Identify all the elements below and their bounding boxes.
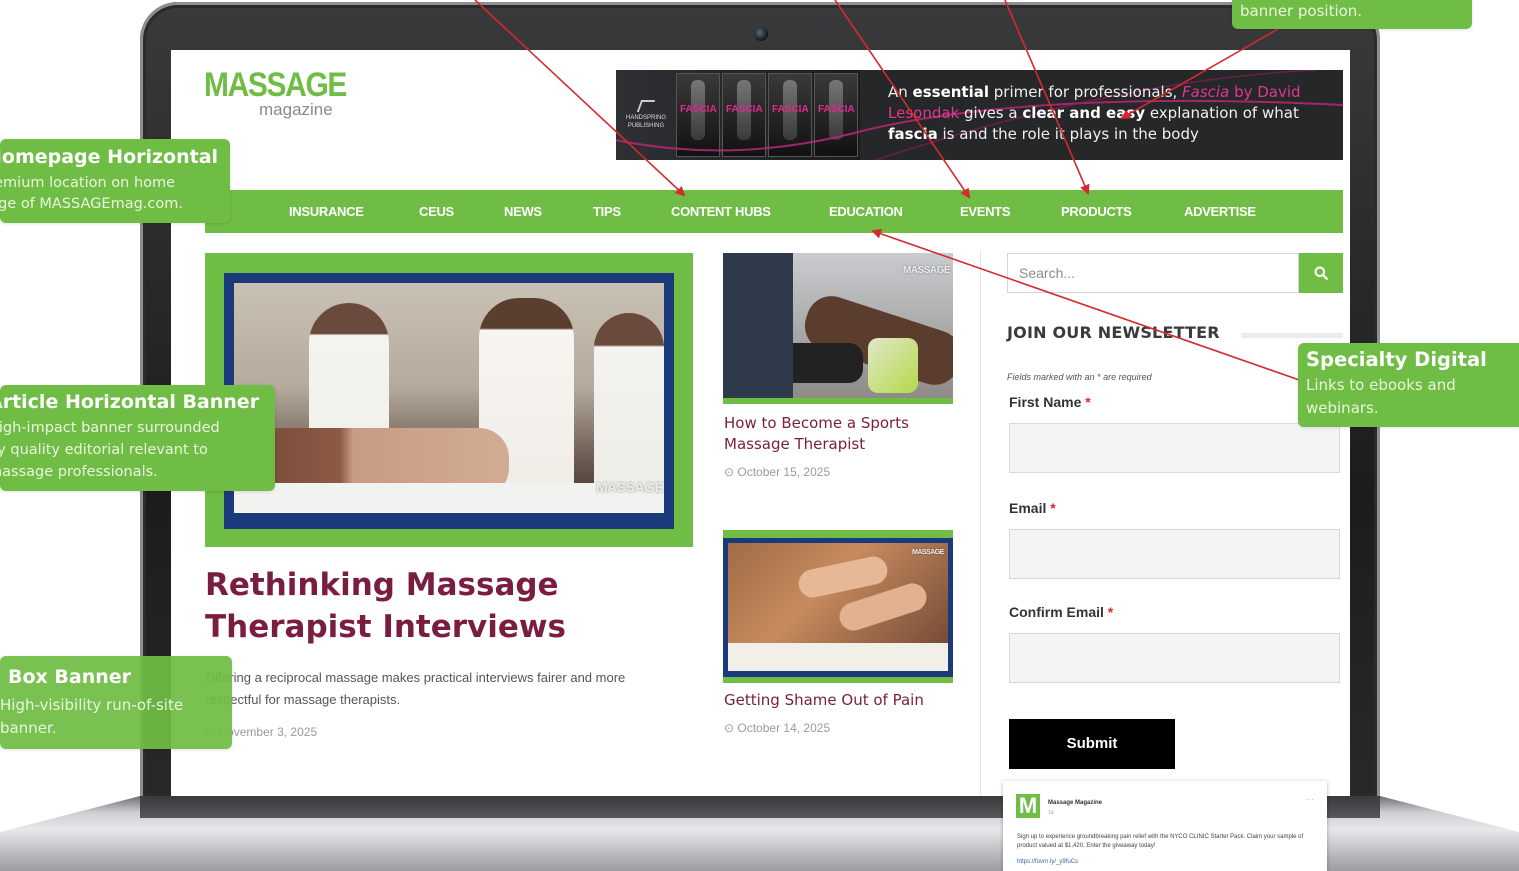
- email-field[interactable]: [1009, 529, 1340, 579]
- camera-icon: [754, 27, 768, 41]
- main-nav: INSURANCE CEUS NEWS TIPS CONTENT HUBS ED…: [205, 190, 1343, 233]
- article-thumbnail-frame: MASSAGE: [723, 538, 953, 677]
- post-text: Sign up to experience groundbreaking pai…: [1017, 834, 1304, 849]
- callout-article-horizontal-banner: Article Horizontal Banner High-impact ba…: [0, 385, 275, 491]
- article-thumbnail-photo: MASSAGE: [723, 253, 953, 398]
- article-thumbnail[interactable]: MASSAGE: [723, 530, 953, 683]
- callout-box-banner: Box Banner High-visibility run-of-site ba…: [0, 656, 232, 749]
- confirm-email-field[interactable]: [1009, 633, 1340, 683]
- hero-article-image[interactable]: MASSAGE: [205, 253, 693, 547]
- more-icon[interactable]: ···: [1306, 795, 1314, 804]
- callout-top-banner: banner position.: [1232, 0, 1472, 29]
- search-button[interactable]: [1299, 253, 1343, 293]
- newsletter-heading: JOIN OUR NEWSLETTER: [1007, 323, 1220, 342]
- sidebar-divider: [980, 250, 981, 796]
- image-watermark: MASSAGE: [596, 479, 664, 495]
- nav-item-news[interactable]: NEWS: [504, 190, 542, 233]
- nav-item-advertise[interactable]: ADVERTISE: [1184, 190, 1256, 233]
- nav-item-content-hubs[interactable]: CONTENT HUBS: [671, 190, 771, 233]
- nav-item-ceus[interactable]: CEUS: [419, 190, 454, 233]
- nav-item-events[interactable]: EVENTS: [960, 190, 1011, 233]
- submit-button[interactable]: Submit: [1009, 719, 1175, 769]
- search-input[interactable]: Search...: [1007, 253, 1299, 293]
- post-link[interactable]: https://fovrn.ly/_y9fuCs: [1017, 859, 1078, 865]
- page-avatar: M: [1016, 794, 1040, 818]
- post-timestamp: 1d: [1048, 810, 1054, 816]
- hero-photo: MASSAGE: [234, 283, 664, 513]
- social-feed-embed[interactable]: M Massage Magazine 1d ··· Sign up to exp…: [1003, 781, 1327, 871]
- image-watermark: MASSAGE: [912, 549, 944, 556]
- email-label: Email *: [1009, 500, 1056, 516]
- ad-copy: An essential primer for professionals, F…: [888, 83, 1301, 143]
- callout-specialty-digital: Specialty Digital Links to ebooks and web…: [1298, 343, 1519, 427]
- logo-wordmark: MASSAGE: [204, 66, 347, 104]
- logo-tagline: magazine: [259, 100, 333, 119]
- search-icon: [1314, 266, 1328, 280]
- hero-image-frame: MASSAGE: [224, 273, 674, 529]
- article-date: ⊙ October 15, 2025: [724, 465, 831, 479]
- callout-homepage-horizontal: Homepage Horizontal Premium location on …: [0, 139, 230, 223]
- nav-item-education[interactable]: EDUCATION: [829, 190, 903, 233]
- article-date: ⊙ October 14, 2025: [724, 721, 831, 735]
- nav-item-insurance[interactable]: INSURANCE: [289, 190, 364, 233]
- heading-rule: [1241, 333, 1343, 338]
- article-title[interactable]: Getting Shame Out of Pain: [724, 690, 954, 711]
- page-name[interactable]: Massage Magazine: [1048, 800, 1102, 806]
- first-name-field[interactable]: [1009, 423, 1340, 473]
- site-logo[interactable]: MASSAGE magazine: [204, 66, 347, 119]
- leaderboard-ad[interactable]: HANDSPRING PUBLISHING FASCIA FASCIA FASC…: [616, 70, 1343, 160]
- hero-headline[interactable]: Rethinking Massage Therapist Interviews: [205, 564, 625, 648]
- nav-item-products[interactable]: PRODUCTS: [1061, 190, 1132, 233]
- article-thumbnail-photo: MASSAGE: [728, 543, 948, 671]
- image-watermark: MASSAGE: [903, 265, 951, 276]
- confirm-email-label: Confirm Email *: [1009, 604, 1114, 620]
- browser-viewport: MASSAGE magazine HANDSPRING PUBLISHING F…: [171, 50, 1350, 796]
- first-name-label: First Name *: [1009, 394, 1091, 410]
- article-title[interactable]: How to Become a Sports Massage Therapist: [724, 413, 954, 455]
- article-thumbnail[interactable]: MASSAGE: [723, 253, 953, 404]
- hero-excerpt: Offering a reciprocal massage makes prac…: [205, 670, 626, 707]
- required-note: Fields marked with an * are required: [1007, 372, 1152, 382]
- nav-item-tips[interactable]: TIPS: [593, 190, 621, 233]
